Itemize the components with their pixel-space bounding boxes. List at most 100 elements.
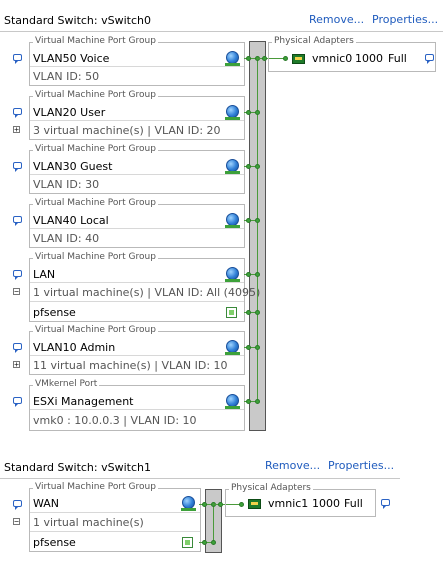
vswitch1-remove-link[interactable]: Remove... (265, 459, 320, 472)
port-group-vlan: 1 virtual machine(s) | VLAN ID: All (409… (33, 286, 261, 299)
port-group-name: VLAN50 Voice (33, 52, 110, 65)
port-group-wan[interactable]: Virtual Machine Port Group WAN 1 virtual… (29, 482, 201, 552)
port-dot (255, 345, 260, 350)
divider (30, 174, 244, 175)
port-dot (211, 540, 216, 545)
port-dot (255, 310, 260, 315)
port-group-vlan50-voice[interactable]: Virtual Machine Port Group VLAN50 Voice … (29, 36, 245, 86)
comment-icon[interactable] (13, 397, 22, 407)
nic-name[interactable]: vmnic1 (268, 497, 308, 510)
vswitch0-title: Standard Switch: vSwitch0 (4, 14, 151, 27)
divider (30, 282, 244, 283)
port-group-type: Virtual Machine Port Group (33, 144, 158, 155)
comment-icon[interactable] (13, 500, 22, 510)
nic-duplex: Full (344, 497, 363, 510)
port-group-type: Virtual Machine Port Group (33, 252, 158, 263)
port-group-name: VLAN20 User (33, 106, 106, 119)
comment-icon[interactable] (13, 216, 22, 226)
comment-icon[interactable] (425, 54, 434, 64)
physical-adapters-label: Physical Adapters (229, 483, 313, 494)
port-group-ip: vmk0 : 10.0.0.3 | VLAN ID: 10 (33, 414, 197, 427)
vswitch1-properties-link[interactable]: Properties... (328, 459, 394, 472)
port-dot (255, 272, 260, 277)
virtual-machine-icon (226, 307, 237, 318)
port-group-vlan40-local[interactable]: Virtual Machine Port Group VLAN40 Local … (29, 198, 245, 248)
vswitch0-remove-link[interactable]: Remove... (309, 13, 364, 26)
port-group-vlan: 3 virtual machine(s) | VLAN ID: 20 (33, 124, 221, 137)
port-dot (246, 218, 251, 223)
port-group-lan[interactable]: Virtual Machine Port Group LAN 1 virtual… (29, 252, 260, 322)
port-group-type: Virtual Machine Port Group (33, 325, 158, 336)
port-base (225, 63, 240, 66)
physical-adapters-label: Physical Adapters (272, 36, 356, 47)
network-card-icon (248, 499, 261, 509)
port-base (181, 508, 196, 511)
vswitch0-divider (0, 31, 443, 32)
divider (30, 512, 200, 513)
vmkernel-port-esxi-management[interactable]: VMkernel Port ESXi Management vmk0 : 10.… (29, 379, 245, 431)
port-dot (262, 56, 267, 61)
port-dot (202, 502, 207, 507)
physical-adapters-vswitch0: Physical Adapters vmnic0 1000 Full (268, 36, 436, 72)
expand-toggle[interactable]: + (13, 361, 20, 369)
port-group-name: ESXi Management (33, 395, 134, 408)
port-base (225, 406, 240, 409)
port-group-name: LAN (33, 268, 56, 281)
port-dot (218, 502, 223, 507)
collapse-toggle[interactable]: − (13, 288, 20, 296)
port-dot (246, 345, 251, 350)
port-base (225, 171, 240, 174)
port-base (225, 352, 240, 355)
port-group-name: VLAN40 Local (33, 214, 109, 227)
port-dot (202, 540, 207, 545)
port-base (225, 279, 240, 282)
port-group-type: Virtual Machine Port Group (33, 198, 158, 209)
port-group-type: Virtual Machine Port Group (33, 482, 158, 493)
port-group-vlan10-admin[interactable]: Virtual Machine Port Group VLAN10 Admin … (29, 325, 245, 375)
port-group-vlan: VLAN ID: 50 (33, 70, 100, 83)
port-group-vm-count: 1 virtual machine(s) (33, 516, 144, 529)
vswitch1-divider (0, 478, 400, 479)
divider (30, 531, 200, 532)
port-dot (255, 110, 260, 115)
vswitch1-title: Standard Switch: vSwitch1 (4, 461, 151, 474)
divider (30, 301, 244, 302)
vswitch0-properties-link[interactable]: Properties... (372, 13, 438, 26)
vm-name[interactable]: pfsense (33, 306, 76, 319)
divider (30, 66, 244, 67)
nic-name[interactable]: vmnic0 (312, 52, 352, 65)
port-dot (246, 310, 251, 315)
comment-icon[interactable] (13, 270, 22, 280)
divider (30, 355, 244, 356)
port-dot (255, 399, 260, 404)
port-base (225, 117, 240, 120)
port-group-type: VMkernel Port (33, 379, 100, 390)
comment-icon[interactable] (13, 108, 22, 118)
port-dot (255, 164, 260, 169)
comment-icon[interactable] (13, 54, 22, 64)
expand-toggle[interactable]: + (13, 126, 20, 134)
network-card-icon (292, 54, 305, 64)
port-group-type: Virtual Machine Port Group (33, 90, 158, 101)
port-group-vlan20-user[interactable]: Virtual Machine Port Group VLAN20 User 3… (29, 90, 245, 140)
port-dot (246, 399, 251, 404)
port-dot (255, 218, 260, 223)
nic-speed: 1000 (355, 52, 383, 65)
vm-name[interactable]: pfsense (33, 536, 76, 549)
divider (30, 409, 244, 410)
comment-icon[interactable] (13, 162, 22, 172)
port-group-name: VLAN10 Admin (33, 341, 116, 354)
port-group-vlan: 11 virtual machine(s) | VLAN ID: 10 (33, 359, 228, 372)
port-group-type: Virtual Machine Port Group (33, 36, 158, 47)
virtual-machine-icon (182, 537, 193, 548)
comment-icon[interactable] (381, 499, 390, 509)
port-group-vlan30-guest[interactable]: Virtual Machine Port Group VLAN30 Guest … (29, 144, 245, 194)
port-dot (246, 110, 251, 115)
divider (30, 120, 244, 121)
port-dot (246, 164, 251, 169)
port-base (225, 225, 240, 228)
port-group-vlan: VLAN ID: 40 (33, 232, 100, 245)
physical-adapters-vswitch1: Physical Adapters vmnic1 1000 Full (225, 483, 376, 517)
comment-icon[interactable] (13, 343, 22, 353)
collapse-toggle[interactable]: − (13, 518, 20, 526)
